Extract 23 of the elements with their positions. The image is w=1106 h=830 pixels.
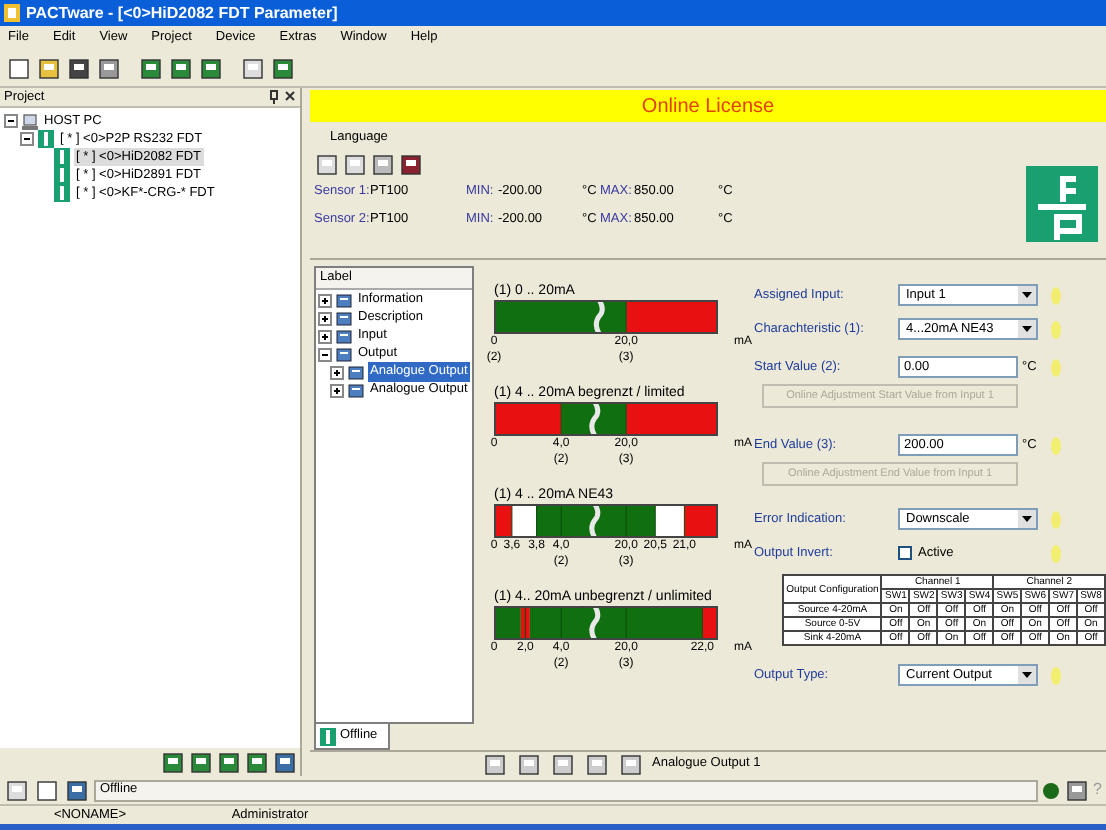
device-icon <box>320 727 336 745</box>
window-title: PACTware - [<0>HiD2082 FDT Parameter] <box>26 1 338 25</box>
expand-icon[interactable] <box>318 311 332 326</box>
dropdown-arrow-icon[interactable] <box>1018 320 1036 338</box>
collapse-icon[interactable] <box>20 132 34 146</box>
close-icon[interactable] <box>284 90 296 102</box>
dropdown-arrow-icon[interactable] <box>1018 510 1036 528</box>
expand-icon[interactable] <box>318 329 332 344</box>
expand-icon[interactable] <box>330 365 344 380</box>
status-led-icon <box>1041 781 1060 799</box>
expand-icon[interactable] <box>318 293 332 308</box>
collapse-icon[interactable] <box>4 114 18 128</box>
dropdown-arrow-icon[interactable] <box>1018 666 1036 684</box>
expand-icon[interactable] <box>330 383 344 398</box>
dropdown-arrow-icon[interactable] <box>1018 286 1036 304</box>
checkbox[interactable] <box>898 546 912 560</box>
pin-icon[interactable] <box>268 90 280 104</box>
company-logo <box>1026 166 1098 242</box>
collapse-icon[interactable] <box>318 347 332 362</box>
app-icon <box>4 4 20 22</box>
banner-text: Online License <box>641 93 775 121</box>
status-indicator-icon <box>1050 435 1062 455</box>
status-indicator-icon <box>1050 665 1062 685</box>
